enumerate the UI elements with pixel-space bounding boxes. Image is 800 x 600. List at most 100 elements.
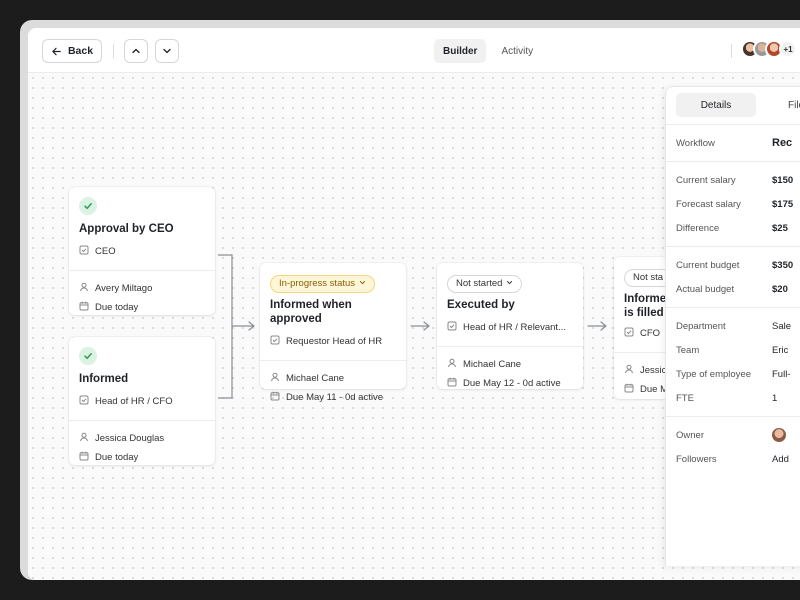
workflow-section: Workflow Rec: [666, 125, 800, 162]
workflow-builder-app: Back Builder Activity +1 Approval by CEO…: [28, 28, 800, 580]
step-due: Due May 12 - 0d active: [463, 377, 561, 389]
add-follower-button[interactable]: Add: [772, 454, 789, 465]
field-value: Eric: [772, 344, 789, 356]
arrow-to-informed-approved: [231, 321, 255, 331]
details-panel: Details File Workflow Rec Current salary…: [665, 86, 800, 566]
salary-section: Current salary $150 Forecast salary $175…: [666, 162, 800, 247]
avatars-more-count[interactable]: +1: [779, 40, 797, 58]
chevron-up-icon: [131, 46, 141, 56]
back-button-label: Back: [67, 45, 94, 57]
step-assignee-role: CFO: [640, 327, 661, 339]
checkbox-icon: [79, 245, 89, 258]
field-label: Type of employee: [676, 368, 751, 380]
user-icon: [447, 358, 457, 371]
step-card-informed-when-approved[interactable]: In-progress status Informed when approve…: [260, 263, 406, 403]
field-value[interactable]: Rec: [772, 137, 792, 149]
owner-row: Owner: [666, 423, 800, 447]
step-person: Michael Cane: [463, 358, 522, 370]
step-card-approval-ceo[interactable]: Approval by CEO CEO Avery Miltago Due to…: [69, 187, 215, 315]
merge-bracket: [218, 254, 233, 399]
checkbox-icon: [624, 327, 634, 340]
collaborator-avatars[interactable]: +1: [741, 40, 797, 58]
forecast-salary-row: Forecast salary $175: [666, 192, 800, 216]
field-value: $20: [772, 283, 788, 295]
tab-activity[interactable]: Activity: [492, 39, 542, 63]
tab-details[interactable]: Details: [676, 93, 756, 117]
step-assignee-role: Head of HR / CFO: [95, 396, 173, 407]
field-value: 1: [772, 392, 778, 404]
check-icon: [79, 197, 97, 215]
step-title: Informed when approved: [270, 298, 352, 325]
app-window: Back Builder Activity +1 Approval by CEO…: [20, 20, 800, 580]
field-label: Workflow: [676, 137, 715, 149]
back-button[interactable]: Back: [42, 39, 102, 63]
step-assignee-role: Requestor Head of HR: [286, 335, 383, 347]
fte-row: FTE 1: [666, 386, 800, 410]
step-title: Approval by CEO: [79, 223, 174, 235]
field-value: $25: [772, 222, 788, 234]
field-label: Difference: [676, 222, 720, 234]
step-person: Avery Miltago: [95, 283, 153, 294]
user-icon: [79, 282, 89, 295]
difference-row: Difference $25: [666, 216, 800, 240]
status-badge[interactable]: Not started: [447, 274, 523, 293]
step-card-executed-by[interactable]: Not started Executed by Head of HR / Rel…: [437, 263, 583, 389]
status-label: Not sta: [633, 272, 664, 283]
toolbar-divider: [113, 44, 114, 58]
avatar[interactable]: [772, 428, 786, 442]
step-person: Michael Cane: [286, 372, 345, 384]
calendar-icon: [270, 391, 280, 404]
calendar-icon: [79, 301, 89, 314]
field-label: Actual budget: [676, 283, 735, 295]
current-budget-row: Current budget $350: [666, 253, 800, 277]
top-bar: Back Builder Activity +1: [28, 28, 800, 73]
arrow-left-icon: [51, 46, 62, 57]
calendar-icon: [624, 383, 634, 396]
user-icon: [79, 432, 89, 445]
step-title: Executed by: [447, 298, 515, 311]
step-person: Jessica Douglas: [95, 433, 165, 444]
field-label: Forecast salary: [676, 198, 741, 210]
step-due: Due today: [95, 302, 139, 313]
field-value: $150: [772, 174, 794, 186]
view-tabs: Builder Activity: [434, 39, 542, 63]
status-badge[interactable]: In-progress status: [270, 274, 376, 293]
panel-tabs: Details File: [666, 87, 800, 125]
field-label: Department: [676, 320, 726, 332]
field-label: Owner: [676, 429, 704, 441]
workflow-row: Workflow Rec: [666, 131, 800, 155]
tab-files[interactable]: File: [788, 93, 800, 117]
field-label: Current salary: [676, 174, 736, 186]
next-step-button[interactable]: [155, 39, 179, 63]
field-label: Current budget: [676, 259, 740, 271]
department-row: Department Sale: [666, 314, 800, 338]
step-title: Informed: [79, 373, 129, 385]
checkbox-icon: [79, 395, 89, 408]
chevron-down-icon: [506, 278, 513, 289]
arrow-to-informed-filled: [587, 321, 607, 331]
step-card-informed[interactable]: Informed Head of HR / CFO Jessica Dougla…: [69, 337, 215, 465]
field-value: $175: [772, 198, 794, 210]
step-due: Due M: [640, 383, 668, 395]
step-assignee-role: Head of HR / Relevant...: [463, 321, 566, 333]
field-value: Full-: [772, 368, 791, 380]
chevron-down-icon: [359, 278, 366, 289]
check-icon: [79, 347, 97, 365]
calendar-icon: [447, 377, 457, 390]
field-label: Followers: [676, 453, 717, 465]
tab-builder[interactable]: Builder: [434, 39, 487, 63]
chevron-down-icon: [162, 46, 172, 56]
field-value: Sale: [772, 320, 792, 332]
status-label: Not started: [456, 278, 503, 289]
org-section: Department Sale Team Eric Type of employ…: [666, 308, 800, 417]
calendar-icon: [79, 451, 89, 464]
previous-step-button[interactable]: [124, 39, 148, 63]
avatar-divider: [731, 44, 732, 58]
user-icon: [270, 372, 280, 385]
step-due: Due today: [95, 452, 139, 463]
checkbox-icon: [447, 321, 457, 334]
user-icon: [624, 364, 634, 377]
step-assignee-role: CEO: [95, 246, 116, 257]
followers-row: Followers Add: [666, 447, 800, 471]
actual-budget-row: Actual budget $20: [666, 277, 800, 301]
